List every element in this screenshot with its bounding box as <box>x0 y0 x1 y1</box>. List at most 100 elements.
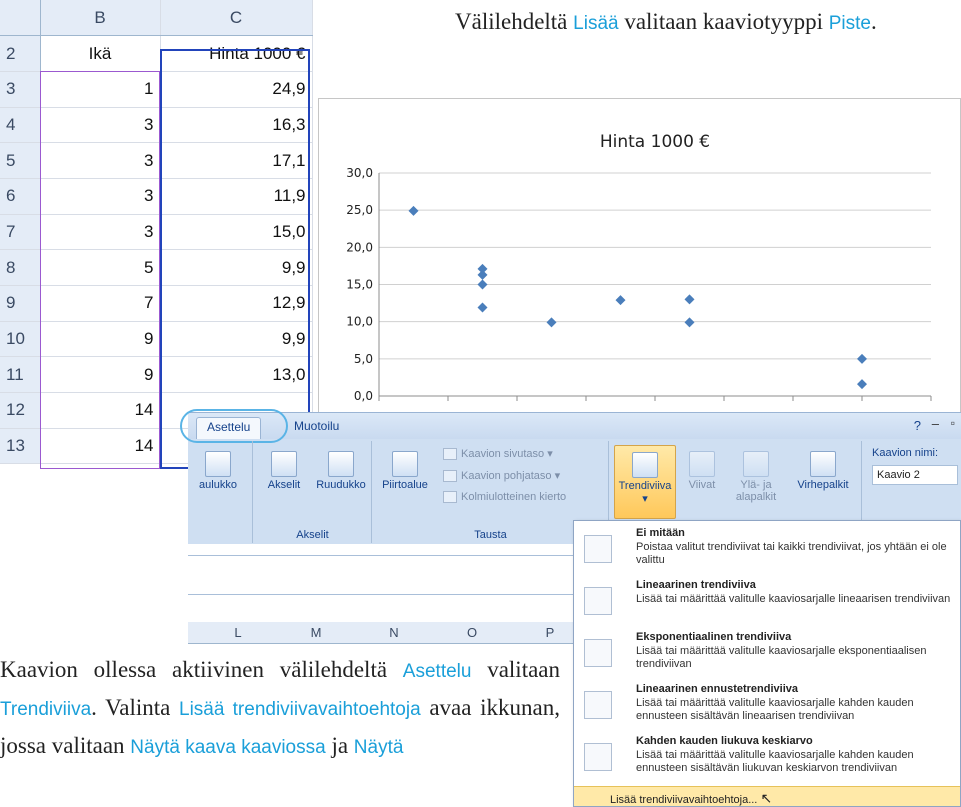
cell-c[interactable]: 12,9 <box>160 285 313 322</box>
ruudukko-button[interactable]: Ruudukko <box>312 451 370 491</box>
table-row: 5 3 17,1 <box>0 142 313 179</box>
row-header[interactable]: 2 <box>0 35 41 72</box>
grid-column-header[interactable]: M <box>286 625 346 640</box>
row-header[interactable]: 5 <box>0 142 41 179</box>
akselit-label: Akselit <box>267 479 301 491</box>
keyword-nayta-kaava: Näytä kaava kaaviossa <box>130 737 326 758</box>
table-row: 8 5 9,9 <box>0 249 313 286</box>
minimize-icon[interactable]: – <box>932 416 939 431</box>
instruction-text: . <box>870 9 877 34</box>
scatter-chart[interactable]: Hinta 1000 € 30,0 25,0 20,0 15,0 10,0 5,0 0,0 <box>318 98 961 423</box>
kolmiulotteinen-kierto-label: Kolmiulotteinen kierto <box>461 491 567 503</box>
cell-b[interactable]: 9 <box>40 321 161 358</box>
y-tick-label: 20,0 <box>346 240 373 254</box>
spreadsheet: B C 2 Ikä Hinta 1000 €3 1 24,9 4 3 16,3 5 3 17,1 6 3… <box>0 0 316 470</box>
virhepalkit-button[interactable]: Virhepalkit <box>790 451 856 491</box>
cell-b[interactable]: 3 <box>40 178 161 215</box>
kaavion-pohjataso-button[interactable]: Kaavion pohjataso ▾ <box>443 469 560 483</box>
cell-b[interactable]: Ikä <box>40 35 161 72</box>
instruction-top: Välilehdeltä Lisää valitaan kaaviotyyppi… <box>455 4 960 42</box>
cell-c[interactable]: 13,0 <box>160 356 313 394</box>
restore-icon[interactable]: ▫ <box>951 416 955 430</box>
cell-b[interactable]: 1 <box>40 71 161 108</box>
cell-b[interactable]: 14 <box>40 392 161 429</box>
grid-column-header[interactable]: P <box>520 625 580 640</box>
mouse-pointer-icon: ↖ <box>760 790 773 806</box>
table-row: 9 7 12,9 <box>0 285 313 322</box>
grid-column-header[interactable]: O <box>442 625 502 640</box>
akselit-button[interactable]: Akselit <box>258 451 310 491</box>
chart-name-label: Kaavion nimi: <box>872 447 939 459</box>
chart-floor-icon <box>443 470 457 483</box>
rotation-3d-icon <box>443 491 457 504</box>
row-header[interactable]: 12 <box>0 392 41 429</box>
keyword-lisaa: Lisää <box>573 13 619 34</box>
select-all-corner[interactable] <box>0 0 41 37</box>
group-akselit: Akselit Ruudukko Akselit <box>254 441 372 543</box>
cell-b[interactable]: 3 <box>40 142 161 179</box>
data-point <box>857 353 867 364</box>
chart-name-input[interactable]: Kaavio 2 <box>872 465 958 485</box>
row-header[interactable]: 4 <box>0 107 41 144</box>
cell-b[interactable]: 14 <box>40 428 161 465</box>
tab-muotoilu[interactable]: Muotoilu <box>284 417 349 439</box>
grid-column-header[interactable]: N <box>364 625 424 640</box>
kaavion-sivutaso-button[interactable]: Kaavion sivutaso ▾ <box>443 447 553 461</box>
trendline-dropdown: Ei mitään Poistaa valitut trendiviivat ta… <box>573 520 961 807</box>
table-row: 7 3 15,0 <box>0 214 313 251</box>
cell-c[interactable]: 16,3 <box>160 107 313 144</box>
trendline-option[interactable]: Kahden kauden liukuva keskiarvo Lisää tai… <box>574 735 960 787</box>
help-icon[interactable]: ? <box>914 418 921 433</box>
y-tick-label: 0,0 <box>354 389 373 403</box>
virhepalkit-label: Virhepalkit <box>797 479 849 491</box>
row-header[interactable]: 13 <box>0 428 41 465</box>
cell-b[interactable]: 7 <box>40 285 161 322</box>
trendline-type-icon <box>584 535 612 563</box>
option-description: Lisää tai määrittää valitulle kaaviosarj… <box>636 697 914 722</box>
more-trendline-options[interactable]: Lisää trendiviivavaihtoehtoja... ↖ <box>574 786 960 806</box>
cell-c[interactable]: 9,9 <box>160 321 313 358</box>
trendline-option[interactable]: Lineaarinen trendiviiva Lisää tai määritt… <box>574 579 960 631</box>
table-button[interactable]: aulukko <box>188 451 248 491</box>
cell-c[interactable]: 17,1 <box>160 142 313 179</box>
trendline-option[interactable]: Eksponentiaalinen trendiviiva Lisää tai m… <box>574 631 960 683</box>
row-header[interactable]: 7 <box>0 214 41 251</box>
kolmiulotteinen-kierto-button[interactable]: Kolmiulotteinen kierto <box>443 491 567 504</box>
formula-area <box>188 555 573 595</box>
trendline-type-icon <box>584 743 612 771</box>
plot-area-icon <box>392 451 418 477</box>
trendiviiva-button[interactable]: Trendiviiva ▾ <box>614 445 676 519</box>
viivat-button[interactable]: Viivat <box>682 451 722 491</box>
column-header-b[interactable]: B <box>40 0 161 37</box>
cell-c[interactable]: 11,9 <box>160 178 313 215</box>
piirtoalue-button[interactable]: Piirtoalue <box>377 451 433 491</box>
grid-column-header[interactable]: L <box>208 625 268 640</box>
row-header[interactable]: 8 <box>0 249 41 286</box>
cell-b[interactable]: 3 <box>40 107 161 144</box>
row-header[interactable]: 11 <box>0 356 41 394</box>
cell-b[interactable]: 9 <box>40 356 161 394</box>
trendline-option[interactable]: Ei mitään Poistaa valitut trendiviivat ta… <box>574 527 960 579</box>
table-row: 4 3 16,3 <box>0 107 313 144</box>
table-row: 2 Ikä Hinta 1000 € <box>0 35 313 72</box>
yla-ja-alapalkit-button[interactable]: Ylä- ja alapalkit <box>726 451 786 503</box>
kaavion-pohjataso-label: Kaavion pohjataso <box>461 470 552 482</box>
column-header-c[interactable]: C <box>160 0 313 37</box>
instruction-bottom: Kaavion ollessa aktiivinen välilehdeltä … <box>0 652 560 766</box>
trendline-option[interactable]: Lineaarinen ennustetrendiviiva Lisää tai … <box>574 683 960 735</box>
lines-icon <box>689 451 715 477</box>
cell-b[interactable]: 3 <box>40 214 161 251</box>
cell-c[interactable]: 9,9 <box>160 249 313 286</box>
data-point <box>408 205 419 216</box>
row-header[interactable]: 3 <box>0 71 41 108</box>
cell-c[interactable]: 15,0 <box>160 214 313 251</box>
cell-c[interactable]: Hinta 1000 € <box>160 35 313 72</box>
cell-b[interactable]: 5 <box>40 249 161 286</box>
row-header[interactable]: 9 <box>0 285 41 322</box>
cell-c[interactable]: 24,9 <box>160 71 313 108</box>
row-header[interactable]: 6 <box>0 178 41 215</box>
row-header[interactable]: 10 <box>0 321 41 358</box>
ruudukko-label: Ruudukko <box>316 479 366 491</box>
data-point <box>684 317 695 328</box>
y-tick-label: 30,0 <box>346 166 373 180</box>
